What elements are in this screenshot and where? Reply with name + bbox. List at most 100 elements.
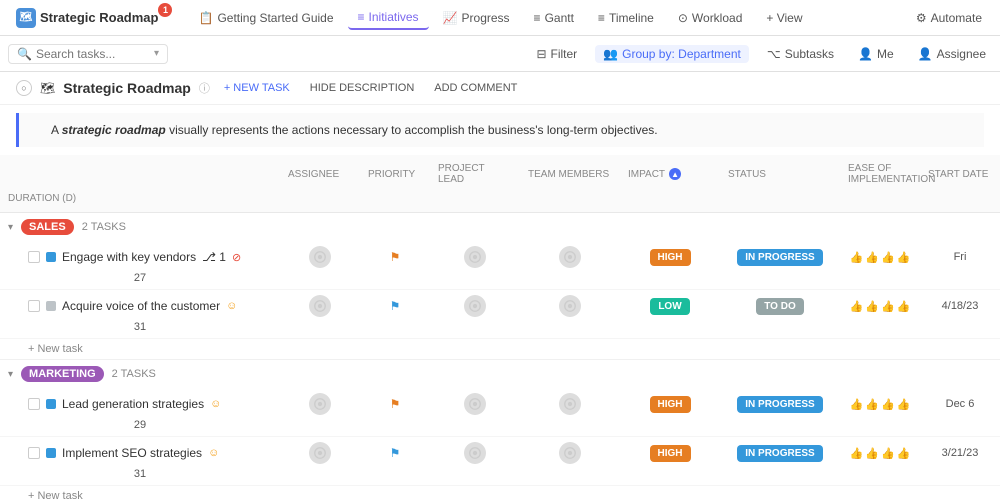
- status-badge[interactable]: IN PROGRESS: [737, 445, 822, 462]
- gear-icon: [468, 446, 482, 460]
- task-status-cell[interactable]: IN PROGRESS: [720, 247, 840, 268]
- collapse-button[interactable]: ○: [16, 80, 32, 96]
- project-description: A strategic roadmap visually represents …: [16, 113, 984, 147]
- filter-button[interactable]: ⊟ Filter: [530, 45, 583, 63]
- gear-icon: [563, 397, 577, 411]
- task-status-cell[interactable]: IN PROGRESS: [720, 394, 840, 415]
- col-assignee[interactable]: ASSIGNEE: [280, 159, 360, 189]
- task-priority-cell[interactable]: ⚑: [360, 444, 430, 462]
- status-badge[interactable]: IN PROGRESS: [737, 396, 822, 413]
- new-task-button[interactable]: + NEW TASK: [218, 80, 296, 96]
- task-project-lead-cell[interactable]: [430, 391, 520, 417]
- task-project-lead-cell[interactable]: [430, 293, 520, 319]
- gear-icon: [468, 299, 482, 313]
- task-status-cell[interactable]: TO DO: [720, 296, 840, 317]
- task-assignee-cell[interactable]: [280, 244, 360, 270]
- col-start-date[interactable]: START DATE: [920, 159, 1000, 189]
- new-task-button-marketing[interactable]: + New task: [0, 486, 1000, 504]
- task-checkbox[interactable]: [28, 447, 40, 459]
- task-assignee-cell[interactable]: [280, 391, 360, 417]
- task-priority-cell[interactable]: ⚑: [360, 395, 430, 413]
- group-header-sales[interactable]: ▾ SALES 2 TASKS: [0, 213, 1000, 241]
- task-team-members-cell[interactable]: [520, 244, 620, 270]
- group-by-button[interactable]: 👥 Group by: Department: [595, 45, 749, 63]
- search-input[interactable]: [36, 47, 150, 61]
- smiley-icon: ☺: [208, 447, 219, 459]
- start-date: Fri: [954, 251, 967, 263]
- tab-progress[interactable]: 📈 Progress: [433, 7, 520, 29]
- app-logo[interactable]: 🗺 Strategic Roadmap 1: [8, 8, 184, 28]
- avatar: [559, 442, 581, 464]
- task-team-members-cell[interactable]: [520, 440, 620, 466]
- col-duration[interactable]: DURATION (D): [0, 189, 280, 208]
- tab-add-view[interactable]: + View: [756, 7, 812, 29]
- group-header-marketing[interactable]: ▾ MARKETING 2 TASKS: [0, 360, 1000, 388]
- table-row: Lead generation strategies ☺ ⚑ HIGH IN P…: [0, 388, 1000, 437]
- group-by-icon: 👥: [603, 47, 618, 61]
- new-task-button-sales[interactable]: + New task: [0, 339, 1000, 359]
- priority-flag-icon: ⚑: [390, 250, 401, 264]
- col-team-members[interactable]: TEAM MEMBERS: [520, 159, 620, 189]
- task-color-indicator: [46, 399, 56, 409]
- avatar: [559, 295, 581, 317]
- tab-timeline[interactable]: ≡ Timeline: [588, 7, 664, 29]
- tab-label: Progress: [462, 11, 510, 25]
- task-assignee-cell[interactable]: [280, 440, 360, 466]
- toolbar-actions: ⊟ Filter 👥 Group by: Department ⌥ Subtas…: [530, 45, 992, 63]
- hide-description-button[interactable]: HIDE DESCRIPTION: [304, 80, 421, 96]
- assignee-button[interactable]: 👤 Assignee: [912, 45, 992, 63]
- table-row: Implement SEO strategies ☺ ⚑ HIGH IN PRO…: [0, 437, 1000, 486]
- tab-gantt[interactable]: ≡ Gantt: [524, 7, 584, 29]
- search-box[interactable]: 🔍 ▾: [8, 44, 168, 64]
- tab-getting-started[interactable]: 📋 Getting Started Guide: [188, 7, 343, 29]
- task-checkbox[interactable]: [28, 251, 40, 263]
- smiley-icon: ☺: [226, 300, 237, 312]
- col-status[interactable]: STATUS: [720, 159, 840, 189]
- task-name-cell: Engage with key vendors ⎇ 1⊘: [0, 248, 280, 266]
- impact-badge: HIGH: [650, 249, 691, 266]
- group-collapse-icon[interactable]: ▾: [8, 369, 13, 380]
- task-project-lead-cell[interactable]: [430, 440, 520, 466]
- subtasks-button[interactable]: ⌥ Subtasks: [761, 45, 840, 63]
- tab-workload[interactable]: ⊙ Workload: [668, 7, 753, 29]
- avatar: [309, 442, 331, 464]
- col-priority[interactable]: PRIORITY: [360, 159, 430, 189]
- task-checkbox[interactable]: [28, 300, 40, 312]
- col-project-lead[interactable]: PROJECT LEAD: [430, 159, 520, 189]
- task-priority-cell[interactable]: ⚑: [360, 248, 430, 266]
- info-icon[interactable]: ⓘ: [199, 80, 210, 96]
- tab-initiatives[interactable]: ≡ Initiatives: [348, 6, 429, 30]
- status-badge[interactable]: IN PROGRESS: [737, 249, 822, 266]
- task-color-indicator: [46, 252, 56, 262]
- task-project-lead-cell[interactable]: [430, 244, 520, 270]
- automate-button[interactable]: ⚙ Automate: [906, 7, 992, 29]
- task-status-cell[interactable]: IN PROGRESS: [720, 443, 840, 464]
- workload-icon: ⊙: [678, 11, 688, 25]
- col-impact[interactable]: IMPACT ▲: [620, 159, 720, 189]
- description-rest: visually represents the actions necessar…: [166, 123, 658, 137]
- task-priority-cell[interactable]: ⚑: [360, 297, 430, 315]
- task-name[interactable]: Implement SEO strategies: [62, 446, 202, 460]
- top-navigation: 🗺 Strategic Roadmap 1 📋 Getting Started …: [0, 0, 1000, 36]
- avatar: [464, 246, 486, 268]
- task-name[interactable]: Lead generation strategies: [62, 397, 204, 411]
- avatar: [559, 246, 581, 268]
- app-title: Strategic Roadmap: [40, 10, 158, 25]
- me-button[interactable]: 👤 Me: [852, 45, 900, 63]
- progress-icon: 📈: [443, 11, 458, 25]
- task-name[interactable]: Acquire voice of the customer: [62, 299, 220, 313]
- add-comment-button[interactable]: ADD COMMENT: [428, 80, 523, 96]
- task-checkbox[interactable]: [28, 398, 40, 410]
- task-name[interactable]: Engage with key vendors: [62, 250, 196, 264]
- task-start-date-cell: 4/18/23: [920, 298, 1000, 314]
- status-badge[interactable]: TO DO: [756, 298, 803, 315]
- task-team-members-cell[interactable]: [520, 293, 620, 319]
- group-badge-sales: SALES: [21, 219, 74, 235]
- avatar: [464, 393, 486, 415]
- group-collapse-icon[interactable]: ▾: [8, 222, 13, 233]
- assignee-label: Assignee: [937, 47, 986, 61]
- initiatives-icon: ≡: [358, 10, 365, 24]
- task-assignee-cell[interactable]: [280, 293, 360, 319]
- col-ease[interactable]: EASE OF IMPLEMENTATION: [840, 159, 920, 189]
- task-team-members-cell[interactable]: [520, 391, 620, 417]
